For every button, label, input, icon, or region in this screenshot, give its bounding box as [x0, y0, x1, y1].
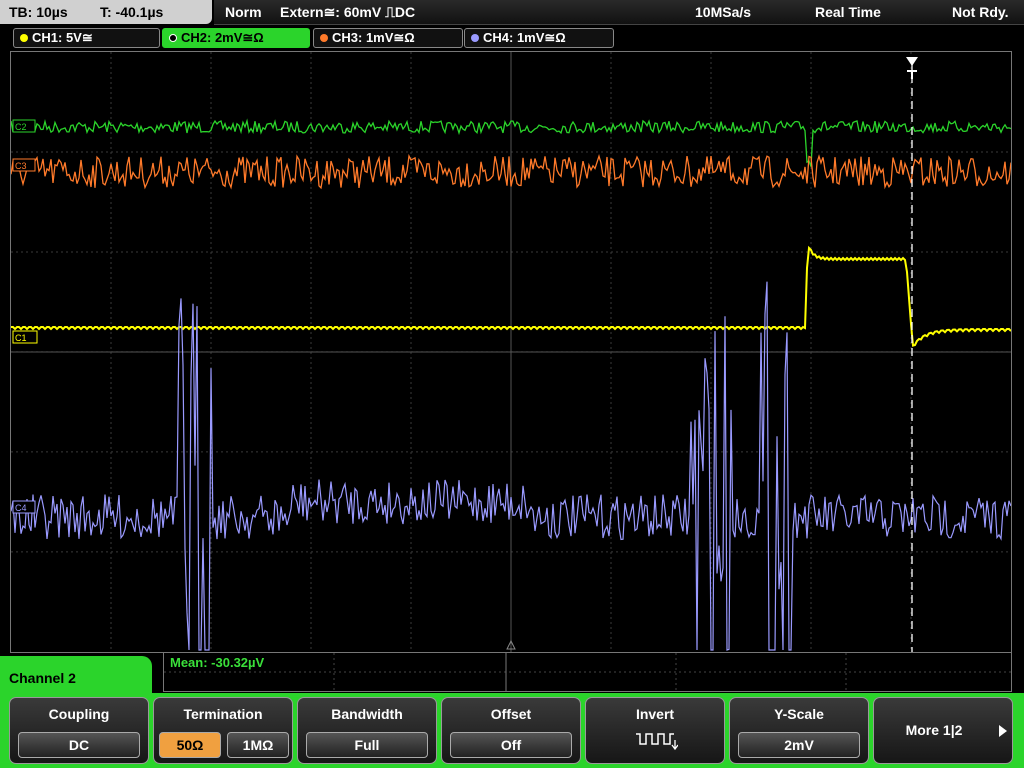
run-status: Not Rdy. — [952, 4, 1009, 20]
y-scale-title: Y-Scale — [774, 706, 824, 722]
channel-4-marker[interactable]: C4 — [12, 500, 36, 514]
channel-2-marker[interactable]: C2 — [12, 119, 36, 133]
timebase: TB: 10µs — [9, 4, 68, 20]
acquisition-mode: Real Time — [815, 4, 881, 20]
svg-text:C2: C2 — [15, 122, 27, 132]
termination-title: Termination — [183, 706, 263, 722]
channel-1-label: CH1: 5V≅ — [32, 30, 93, 45]
channel-2-tab[interactable]: CH2: 2mV≅Ω — [162, 28, 310, 48]
channel-4-label: CH4: 1mV≅Ω — [483, 30, 566, 45]
measurement-panel: Mean: -30.32µV — [163, 652, 1012, 692]
trigger-t-marker-icon — [907, 70, 917, 79]
channel-2-dot-icon — [169, 34, 177, 42]
termination-50ohm[interactable]: 50Ω — [159, 732, 221, 758]
y-scale-value[interactable]: 2mV — [738, 732, 860, 758]
channel-3-label: CH3: 1mV≅Ω — [332, 30, 415, 45]
svg-text:C4: C4 — [15, 503, 27, 513]
more-label: More 1|2 — [905, 722, 963, 738]
svg-text:C1: C1 — [15, 333, 27, 343]
softkey-bar: Coupling DC Termination 50Ω 1MΩ Bandwidt… — [0, 693, 1024, 768]
y-scale-softkey[interactable]: Y-Scale 2mV — [729, 697, 869, 764]
invert-title: Invert — [635, 706, 675, 722]
coupling-title: Coupling — [48, 706, 110, 722]
channel-3-marker[interactable]: C3 — [12, 158, 36, 172]
waveform-svg: C2 C3 C1 C4 — [10, 52, 1012, 652]
channel-4-tab[interactable]: CH4: 1mV≅Ω — [464, 28, 614, 48]
offset-softkey[interactable]: Offset Off — [441, 697, 581, 764]
termination-softkey[interactable]: Termination 50Ω 1MΩ — [153, 697, 293, 764]
trigger-mode[interactable]: Norm — [225, 0, 262, 24]
trigger-arrow-icon — [906, 57, 918, 66]
top-status-bar: TB: 10µs T: -40.1µs Norm Extern≅: 60mV ⎍… — [0, 0, 1024, 26]
termination-1mohm[interactable]: 1MΩ — [227, 732, 289, 758]
svg-text:C3: C3 — [15, 161, 27, 171]
trigger-time: T: -40.1µs — [100, 4, 164, 20]
invert-softkey[interactable]: Invert — [585, 697, 725, 764]
invert-waveform-icon — [636, 733, 678, 751]
timebase-box[interactable]: TB: 10µs T: -40.1µs — [0, 0, 212, 24]
channel-1-marker[interactable]: C1 — [12, 330, 38, 344]
channel-1-tab[interactable]: CH1: 5V≅ — [13, 28, 160, 48]
bandwidth-title: Bandwidth — [331, 706, 403, 722]
trigger-source[interactable]: Extern≅: 60mV ⎍DC — [280, 0, 415, 24]
bandwidth-value[interactable]: Full — [306, 732, 428, 758]
menu-title-text: Channel 2 — [9, 670, 76, 686]
sample-rate: 10MSa/s — [695, 4, 752, 20]
waveform-display[interactable]: C2 C3 C1 C4 — [10, 51, 1012, 653]
mean-measurement: Mean: -30.32µV — [170, 655, 265, 670]
channel-4-dot-icon — [471, 34, 479, 42]
channel-3-dot-icon — [320, 34, 328, 42]
coupling-value[interactable]: DC — [18, 732, 140, 758]
measurement-grid — [164, 653, 1011, 691]
center-axes — [11, 52, 1011, 652]
channel-2-label: CH2: 2mV≅Ω — [181, 30, 264, 45]
channel-tabs: CH1: 5V≅ CH2: 2mV≅Ω CH3: 1mV≅Ω CH4: 1mV≅… — [0, 26, 1024, 48]
offset-value[interactable]: Off — [450, 732, 572, 758]
offset-title: Offset — [490, 706, 532, 722]
bandwidth-softkey[interactable]: Bandwidth Full — [297, 697, 437, 764]
coupling-softkey[interactable]: Coupling DC — [9, 697, 149, 764]
channel-1-dot-icon — [20, 34, 28, 42]
more-softkey[interactable]: More 1|2 — [873, 697, 1013, 764]
channel-3-tab[interactable]: CH3: 1mV≅Ω — [313, 28, 463, 48]
next-page-arrow-icon — [999, 725, 1007, 737]
